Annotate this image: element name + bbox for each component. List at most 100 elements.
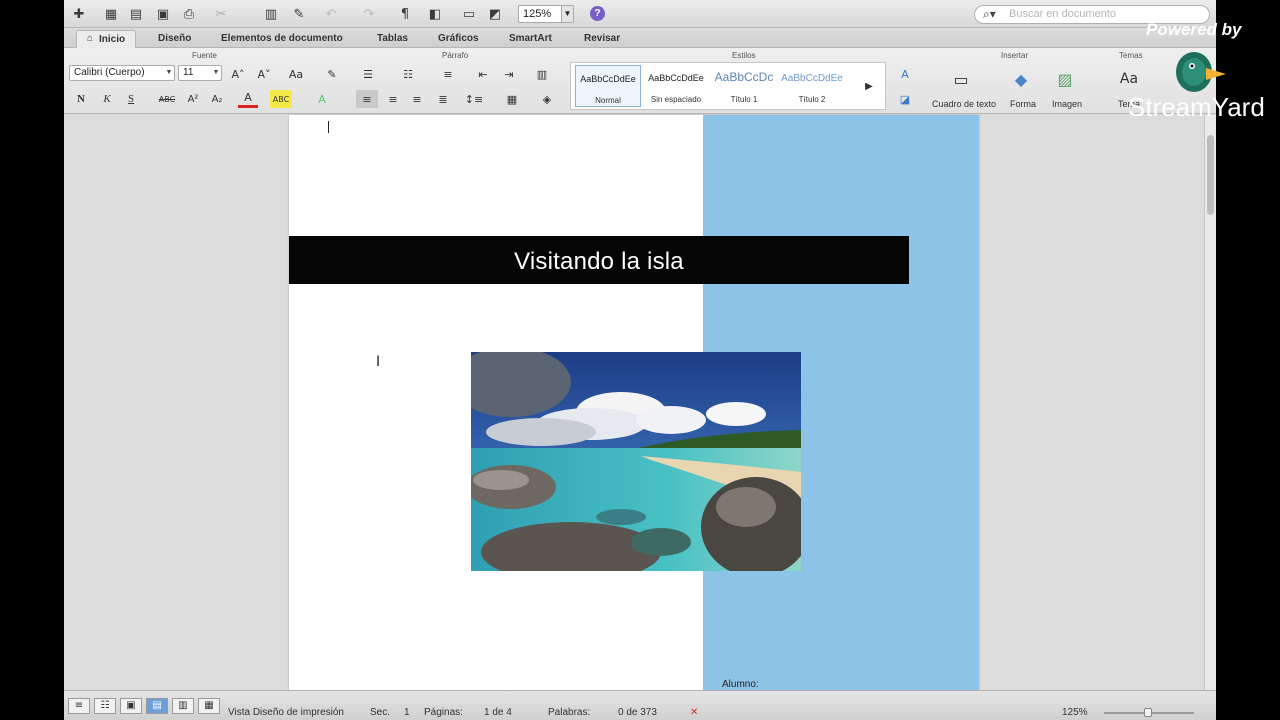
font-color-icon[interactable]: A [238,90,258,108]
line-spacing-icon[interactable]: ↕≡ [460,90,488,108]
manage-styles-icon[interactable]: ◪ [894,90,916,108]
chevron-right-icon[interactable]: ▶ [861,77,877,95]
zoom-select[interactable]: 125% ▼ [518,5,574,23]
text-effects-icon[interactable]: A [312,90,332,108]
vertical-scrollbar[interactable] [1204,115,1216,690]
scrollbar-thumb[interactable] [1207,135,1214,215]
document-page[interactable]: Visitando la isla I Alumno: [289,115,979,690]
notebook-view-icon[interactable]: ▣ [120,698,142,714]
zoom-slider[interactable] [1104,708,1194,717]
undo-icon[interactable]: ↶ [322,5,340,23]
font-name-value: Calibri (Cuerpo) [74,67,145,78]
cut-icon[interactable]: ✂ [212,5,230,23]
style-name: Título 2 [798,95,826,104]
shading-icon[interactable]: ◈ [536,90,558,108]
gallery-icon[interactable]: ▭ [460,5,478,23]
style-titulo-2[interactable]: AaBbCcDdEe Título 2 [779,65,845,107]
styles-gallery: AaBbCcDdEe Normal AaBbCcDdEe Sin espacia… [570,62,886,110]
subscript-icon[interactable]: A₂ [208,90,226,108]
shrink-font-icon[interactable]: A˅ [254,65,274,83]
align-center-icon[interactable]: ≡ [382,90,404,108]
clear-formatting-icon[interactable]: ✎ [322,65,342,83]
tab-diseno[interactable]: Diseño [148,30,201,48]
italic-icon[interactable]: K [98,90,116,108]
decrease-indent-icon[interactable]: ⇤ [472,65,494,83]
document-workspace[interactable]: Visitando la isla I Alumno: [64,115,1204,690]
new-document-icon[interactable]: ✚ [70,5,88,23]
chevron-down-icon: ▼ [212,69,220,76]
sidebar-toggle-icon[interactable]: ◧ [426,5,444,23]
tab-graficos[interactable]: Gráficos [428,30,489,48]
highlight-icon[interactable]: ABC [270,90,292,108]
print-icon[interactable]: ⎙ [180,5,198,23]
change-case-icon[interactable]: Aa [284,65,308,83]
font-name-select[interactable]: Calibri (Cuerpo) ▼ [69,65,175,81]
shape-button[interactable]: Forma [1010,99,1036,109]
font-size-select[interactable]: 11 ▼ [178,65,222,81]
style-name: Normal [595,96,621,105]
shape-icon[interactable]: ◆ [1008,70,1034,89]
open-icon[interactable]: ▤ [127,5,145,23]
save-icon[interactable]: ▣ [154,5,172,23]
banner-title: Visitando la isla [514,248,684,275]
spelling-check-icon[interactable]: ✕ [690,707,698,718]
ribbon: Fuente Párrafo Estilos Insertar Temas Ca… [64,48,1216,114]
outline-view-icon[interactable]: ☷ [94,698,116,714]
image-button[interactable]: Imagen [1052,99,1082,109]
superscript-icon[interactable]: A² [184,90,202,108]
zoom-percentage: 125% [1062,707,1088,718]
ribbon-tabs: ⌂ Inicio Diseño Elementos de documento T… [64,28,1216,48]
increase-indent-icon[interactable]: ⇥ [498,65,520,83]
bullets-icon[interactable]: ☰ [356,65,380,83]
focus-view-icon[interactable]: ▦ [198,698,220,714]
format-painter-icon[interactable]: ✎ [290,5,308,23]
align-left-icon[interactable]: ≡ [356,90,378,108]
paste-icon[interactable]: ▥ [262,5,280,23]
styles-pane-icon[interactable]: A [894,65,916,83]
style-name: Título 1 [730,95,758,104]
tab-revisar[interactable]: Revisar [574,30,630,48]
templates-icon[interactable]: ▦ [102,5,120,23]
zoom-slider-thumb[interactable] [1144,708,1152,717]
show-formatting-icon[interactable]: ¶ [396,5,414,23]
group-label-fuente: Fuente [192,51,217,60]
tab-inicio[interactable]: ⌂ Inicio [76,30,137,48]
textbox-icon[interactable]: ▭ [948,70,974,89]
pages-label: Páginas: [424,707,463,718]
tab-label: Gráficos [438,33,479,44]
print-layout-view-icon[interactable]: ▤ [146,698,168,714]
underline-icon[interactable]: S [122,90,140,108]
columns-icon[interactable]: ▥ [528,65,556,83]
chevron-down-icon: ▼ [165,69,173,76]
section-value: 1 [404,707,410,718]
beach-photo[interactable] [471,352,801,571]
multilevel-list-icon[interactable]: ≡ [436,65,460,83]
group-label-parrafo: Párrafo [442,51,469,60]
image-icon[interactable]: ▨ [1052,70,1078,89]
help-icon[interactable]: ? [590,6,605,21]
font-size-value: 11 [183,67,194,78]
justify-icon[interactable]: ≣ [432,90,454,108]
numbering-icon[interactable]: ☷ [396,65,420,83]
strikethrough-icon[interactable]: ABC [156,90,178,108]
tab-tablas[interactable]: Tablas [367,30,418,48]
draft-view-icon[interactable]: ≡ [68,698,90,714]
tab-elementos[interactable]: Elementos de documento [211,30,353,48]
publishing-view-icon[interactable]: ▥ [172,698,194,714]
media-browser-icon[interactable]: ◩ [486,5,504,23]
style-titulo-1[interactable]: AaBbCcDc Título 1 [711,65,777,107]
redo-icon[interactable]: ↷ [360,5,378,23]
style-normal[interactable]: AaBbCcDdEe Normal [575,65,641,107]
align-right-icon[interactable]: ≡ [406,90,428,108]
tab-label: Diseño [158,33,192,44]
search-icon: ⌕▾ [983,7,996,21]
style-sample: AaBbCcDc [714,70,774,84]
style-sin-espaciado[interactable]: AaBbCcDdEe Sin espaciado [643,65,709,107]
bold-icon[interactable]: N [72,90,90,108]
tab-smartart[interactable]: SmartArt [499,30,562,48]
title-banner[interactable]: Visitando la isla [289,236,909,284]
grow-font-icon[interactable]: A˄ [228,65,248,83]
view-label: Vista Diseño de impresión [228,707,344,718]
textbox-button[interactable]: Cuadro de texto [932,99,996,109]
borders-icon[interactable]: ▦ [498,90,526,108]
